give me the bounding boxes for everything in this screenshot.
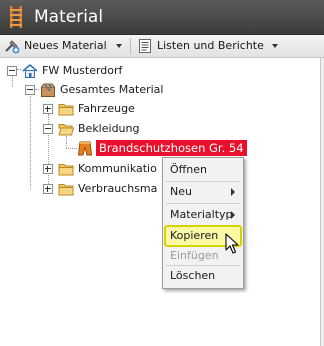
menu-item-label: Öffnen: [170, 163, 207, 176]
tree-node-label: Kommunikatio: [78, 162, 157, 175]
folder-icon: [58, 164, 74, 176]
new-material-label: Neues Material: [24, 39, 107, 52]
tree-node-label: Fahrzeuge: [78, 102, 135, 115]
tree-node-fahrzeuge[interactable]: Fahrzeuge: [0, 100, 160, 118]
collapse-toggle[interactable]: [7, 66, 17, 76]
tree-node-brandschutzhosen[interactable]: Brandschutzhosen Gr. 54: [0, 139, 250, 157]
report-document-icon: [139, 39, 151, 53]
material-box-icon: [41, 83, 55, 97]
new-material-button[interactable]: Neues Material: [4, 37, 124, 55]
tree-node-label: Gesamtes Material: [60, 83, 164, 96]
context-menu: Öffnen Neu Materialtyp Kopieren Einfügen…: [162, 157, 244, 289]
ladder-icon: [10, 6, 22, 28]
material-window: Material Neues Material Listen und Beric…: [0, 0, 324, 346]
tree-node-gesamtes-material[interactable]: Gesamtes Material: [0, 81, 180, 99]
menu-item-neu[interactable]: Neu: [165, 182, 241, 202]
lists-reports-button[interactable]: Listen und Berichte: [137, 37, 283, 55]
window-title: Material: [34, 7, 104, 27]
collapse-toggle[interactable]: [43, 124, 53, 134]
menu-item-materialtyp[interactable]: Materialtyp: [165, 205, 241, 225]
expand-toggle[interactable]: [43, 104, 53, 114]
house-icon: [22, 63, 38, 78]
trousers-icon: [77, 141, 93, 156]
folder-open-icon: [58, 124, 74, 136]
toolbar: Neues Material Listen und Berichte: [0, 35, 324, 58]
lists-reports-label: Listen und Berichte: [157, 39, 264, 52]
tree-node-label: FW Musterdorf: [42, 64, 123, 77]
tree-node-kommunikation[interactable]: Kommunikatio: [0, 160, 165, 178]
menu-item-loeschen[interactable]: Löschen: [165, 266, 241, 286]
menu-item-label: Kopieren: [170, 229, 219, 242]
expand-toggle[interactable]: [43, 164, 53, 174]
chevron-down-icon: [272, 44, 278, 48]
title-bar: Material: [0, 0, 324, 35]
mouse-pointer-icon: [225, 233, 239, 254]
tree-node-verbrauchsmaterial[interactable]: Verbrauchsma: [0, 180, 165, 198]
toolbar-separator: [130, 38, 131, 54]
chevron-right-icon: [231, 188, 235, 196]
chevron-down-icon: [116, 44, 122, 48]
menu-item-label: Materialtyp: [170, 208, 233, 221]
menu-item-label: Löschen: [170, 269, 216, 282]
menu-item-label: Neu: [170, 185, 192, 198]
collapse-toggle[interactable]: [25, 85, 35, 95]
tree-node-bekleidung[interactable]: Bekleidung: [0, 120, 160, 138]
material-tree: FW Musterdorf Gesamtes Material Fahrzeug…: [0, 58, 320, 346]
tree-node-label: Bekleidung: [78, 122, 140, 135]
expand-toggle[interactable]: [43, 184, 53, 194]
chevron-right-icon: [231, 211, 235, 219]
folder-icon: [58, 104, 74, 116]
menu-separator: [166, 203, 240, 204]
tree-node-label-selected: Brandschutzhosen Gr. 54: [96, 140, 247, 156]
tree-node-fw-musterdorf[interactable]: FW Musterdorf: [0, 62, 160, 80]
folder-icon: [58, 184, 74, 196]
new-material-icon: [5, 40, 20, 54]
menu-item-oeffnen[interactable]: Öffnen: [165, 160, 241, 180]
tree-node-label: Verbrauchsma: [78, 182, 158, 195]
menu-item-label: Einfügen: [170, 249, 219, 262]
